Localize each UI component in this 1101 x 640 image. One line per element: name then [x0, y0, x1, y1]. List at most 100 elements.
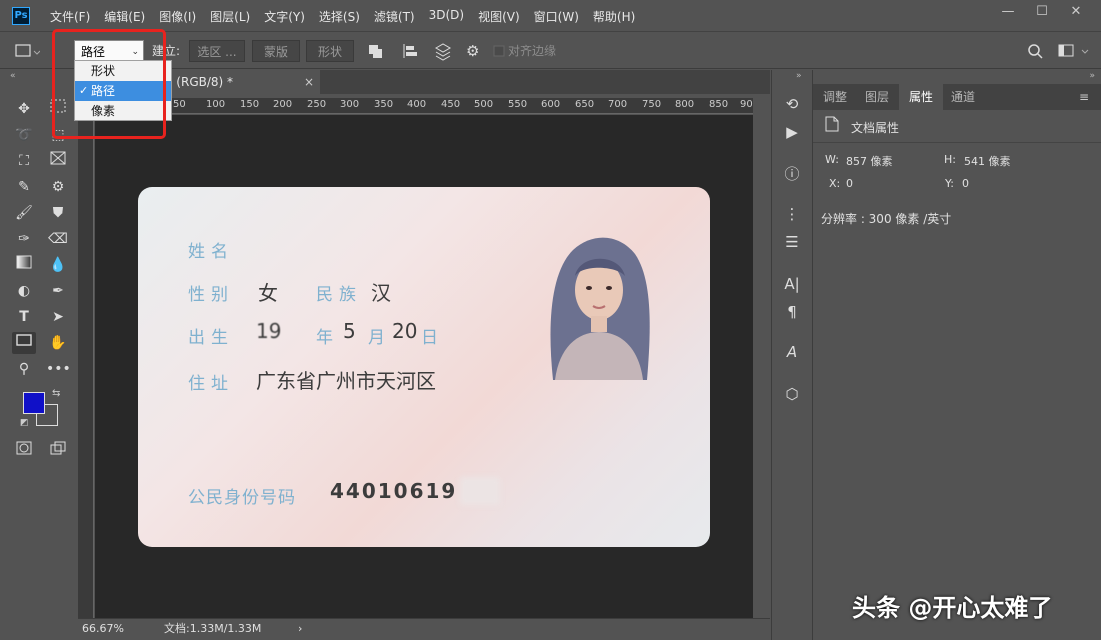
- history-brush-tool-icon[interactable]: ✑: [12, 228, 36, 250]
- glyphs-panel-icon[interactable]: A: [780, 340, 804, 364]
- card-id-label: 公民身份号码: [188, 488, 296, 508]
- width-label: W:: [825, 153, 839, 166]
- ruler-tick-label: 900: [740, 99, 753, 110]
- actions-panel-icon[interactable]: ▶: [780, 120, 804, 144]
- menu-3d[interactable]: 3D(D): [429, 8, 464, 25]
- toolbar-collapse-icon[interactable]: «: [10, 71, 16, 81]
- id-card-image: 姓名 性别 女 民族 汉 出生 19 年 5 月 20 日 住址 广东省广州市天…: [138, 187, 710, 547]
- menu-edit[interactable]: 编辑(E): [104, 8, 145, 25]
- x-label: X:: [829, 177, 841, 190]
- menu-items: 文件(F) 编辑(E) 图像(I) 图层(L) 文字(Y) 选择(S) 滤镜(T…: [50, 8, 649, 25]
- card-birth-label: 出生: [188, 328, 234, 348]
- height-label: H:: [944, 153, 956, 166]
- menu-type[interactable]: 文字(Y): [264, 8, 305, 25]
- zoom-level[interactable]: 66.67%: [82, 619, 124, 639]
- close-tab-icon[interactable]: ×: [304, 70, 314, 94]
- search-icon[interactable]: [1026, 40, 1046, 62]
- panel-icon-strip: » ⟲ ▶ ⓘ ⋮ ☰ A| ¶ A ⬡: [771, 70, 811, 640]
- highlight-annotation: [52, 29, 166, 139]
- tab-channels[interactable]: 通道: [951, 84, 975, 110]
- tab-properties[interactable]: 属性: [899, 84, 944, 110]
- menu-select[interactable]: 选择(S): [319, 8, 360, 25]
- menu-window[interactable]: 窗口(W): [534, 8, 579, 25]
- close-button[interactable]: ✕: [1059, 2, 1093, 22]
- make-mask-button[interactable]: 蒙版: [252, 40, 300, 62]
- ruler-tick-label: 350: [374, 99, 394, 110]
- ruler-tick-label: 400: [407, 99, 427, 110]
- type-tool-icon[interactable]: T: [12, 306, 36, 328]
- path-operations-icon[interactable]: [366, 40, 386, 62]
- tab-layers[interactable]: 图层: [865, 84, 889, 110]
- swap-colors-icon[interactable]: ⇆: [52, 388, 60, 399]
- status-menu-arrow[interactable]: ›: [298, 619, 302, 639]
- gradient-tool-icon[interactable]: [12, 254, 36, 276]
- panel-collapse-icon[interactable]: »: [1089, 71, 1095, 81]
- tab-adjustments[interactable]: 调整: [823, 84, 847, 110]
- ruler-tick-label: 800: [675, 99, 695, 110]
- menu-layer[interactable]: 图层(L): [210, 8, 250, 25]
- more-tools-icon[interactable]: •••: [46, 358, 71, 380]
- menu-image[interactable]: 图像(I): [159, 8, 196, 25]
- document-icon: [825, 116, 839, 132]
- crop-tool-icon[interactable]: ⛶: [12, 150, 36, 172]
- watermark: 头条 @开心太难了: [852, 594, 1053, 622]
- card-sex-label: 性别: [188, 285, 234, 305]
- menu-help[interactable]: 帮助(H): [593, 8, 635, 25]
- brush-settings-icon[interactable]: ⋮: [780, 202, 804, 226]
- card-address-value: 广东省广州市天河区: [256, 369, 436, 393]
- eyedropper-tool-icon[interactable]: ✎: [12, 176, 36, 198]
- foreground-color-swatch[interactable]: [23, 392, 45, 414]
- lasso-tool-icon[interactable]: ➰: [12, 124, 36, 146]
- maximize-button[interactable]: ☐: [1025, 2, 1059, 22]
- zoom-tool-icon[interactable]: ⚲: [12, 358, 36, 380]
- dodge-tool-icon[interactable]: ◐: [12, 280, 36, 302]
- card-month-char: 月: [368, 328, 391, 348]
- card-sex-value: 女: [258, 281, 278, 305]
- path-arrangement-icon[interactable]: [432, 40, 454, 62]
- resolution-value: 分辨率 : 300 像素 /英寸: [821, 212, 952, 226]
- quick-mask-icon[interactable]: [12, 440, 36, 462]
- info-panel-icon[interactable]: ⓘ: [780, 162, 804, 186]
- card-birth-month: 5: [343, 319, 356, 343]
- menu-bar: Ps 文件(F) 编辑(E) 图像(I) 图层(L) 文字(Y) 选择(S) 滤…: [0, 0, 1101, 32]
- brush-tool-icon[interactable]: 🖌: [12, 202, 36, 224]
- ruler-tick-label: 150: [240, 99, 260, 110]
- history-panel-icon[interactable]: ⟲: [780, 92, 804, 116]
- card-birth-year: 19: [256, 319, 282, 343]
- menu-view[interactable]: 视图(V): [478, 8, 520, 25]
- gear-icon[interactable]: ⚙: [466, 40, 486, 62]
- rectangle-tool-preset-icon[interactable]: [10, 40, 41, 62]
- make-shape-button[interactable]: 形状: [306, 40, 354, 62]
- panel-menu-icon[interactable]: ≡: [1079, 84, 1089, 110]
- move-tool-icon[interactable]: ✥: [12, 98, 36, 120]
- strip-collapse-icon[interactable]: »: [796, 71, 802, 81]
- ruler-tick-label: 200: [273, 99, 293, 110]
- ruler-tick-label: 500: [474, 99, 494, 110]
- clone-stamp-tool-icon[interactable]: ⛊: [46, 202, 70, 224]
- adjustment-sliders-icon[interactable]: ☰: [780, 230, 804, 254]
- pen-tool-icon[interactable]: ✒: [46, 280, 70, 302]
- eraser-tool-icon[interactable]: ⌫: [46, 228, 70, 250]
- spot-healing-tool-icon[interactable]: ⚙: [46, 176, 70, 198]
- menu-file[interactable]: 文件(F): [50, 8, 90, 25]
- paragraph-panel-icon[interactable]: ¶: [780, 300, 804, 324]
- document-tab-bar: 6.7% (RGB/8) * ×: [78, 70, 770, 94]
- rectangle-tool-icon[interactable]: [12, 332, 36, 354]
- make-selection-button[interactable]: 选区 ...: [189, 40, 245, 62]
- character-panel-icon[interactable]: A|: [780, 272, 804, 296]
- frame-tool-icon[interactable]: [46, 150, 70, 172]
- blur-tool-icon[interactable]: 💧: [46, 254, 70, 276]
- path-selection-tool-icon[interactable]: ➤: [46, 306, 70, 328]
- align-edges-checkbox[interactable]: [493, 40, 505, 62]
- path-alignment-icon[interactable]: [400, 40, 420, 62]
- screen-mode-icon[interactable]: [46, 440, 70, 462]
- menu-filter[interactable]: 滤镜(T): [374, 8, 415, 25]
- canvas-area[interactable]: 姓名 性别 女 民族 汉 出生 19 年 5 月 20 日 住址 广东省广州市天…: [95, 115, 753, 618]
- minimize-button[interactable]: —: [991, 2, 1025, 22]
- hand-tool-icon[interactable]: ✋: [46, 332, 70, 354]
- properties-panel: » 调整 图层 属性 通道 ≡ 文档属性 W: 857 像素 H: 541 像素…: [812, 70, 1101, 640]
- workspace-switcher-icon[interactable]: [1056, 40, 1092, 62]
- default-colors-icon[interactable]: ◩: [20, 418, 29, 428]
- align-edges-label: 对齐边缘: [508, 44, 557, 58]
- 3d-panel-icon[interactable]: ⬡: [780, 382, 804, 406]
